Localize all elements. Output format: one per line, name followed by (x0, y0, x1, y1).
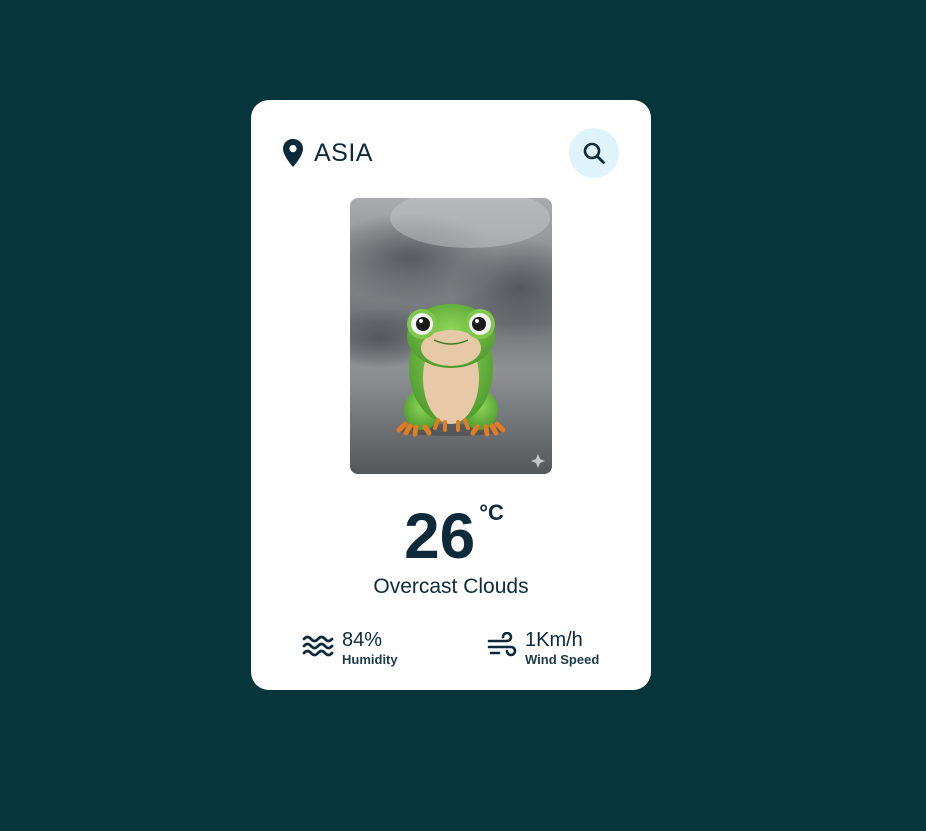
location-pin-icon (281, 138, 305, 168)
temperature-display: 26 °C (251, 500, 651, 572)
humidity-value: 84% (342, 629, 383, 651)
location-header: ASIA (281, 138, 373, 168)
weather-description: Overcast Clouds (373, 575, 529, 598)
temperature-value: 26 (404, 500, 476, 572)
search-icon (582, 141, 606, 165)
weather-image (350, 198, 552, 474)
wind-stat: 1Km/h Wind Speed (487, 628, 599, 668)
wind-value: 1Km/h (525, 629, 583, 651)
humidity-stat: 84% Humidity (302, 628, 398, 668)
location-name: ASIA (314, 138, 373, 167)
search-button[interactable] (569, 128, 619, 178)
wind-icon (487, 631, 517, 665)
temperature-unit: °C (479, 500, 504, 525)
weather-card: ASIA 26 °C Overcast Clouds 84% Humidity … (251, 100, 651, 690)
humidity-label: Humidity (342, 652, 398, 667)
wind-label: Wind Speed (525, 652, 600, 667)
waves-icon (302, 633, 334, 664)
